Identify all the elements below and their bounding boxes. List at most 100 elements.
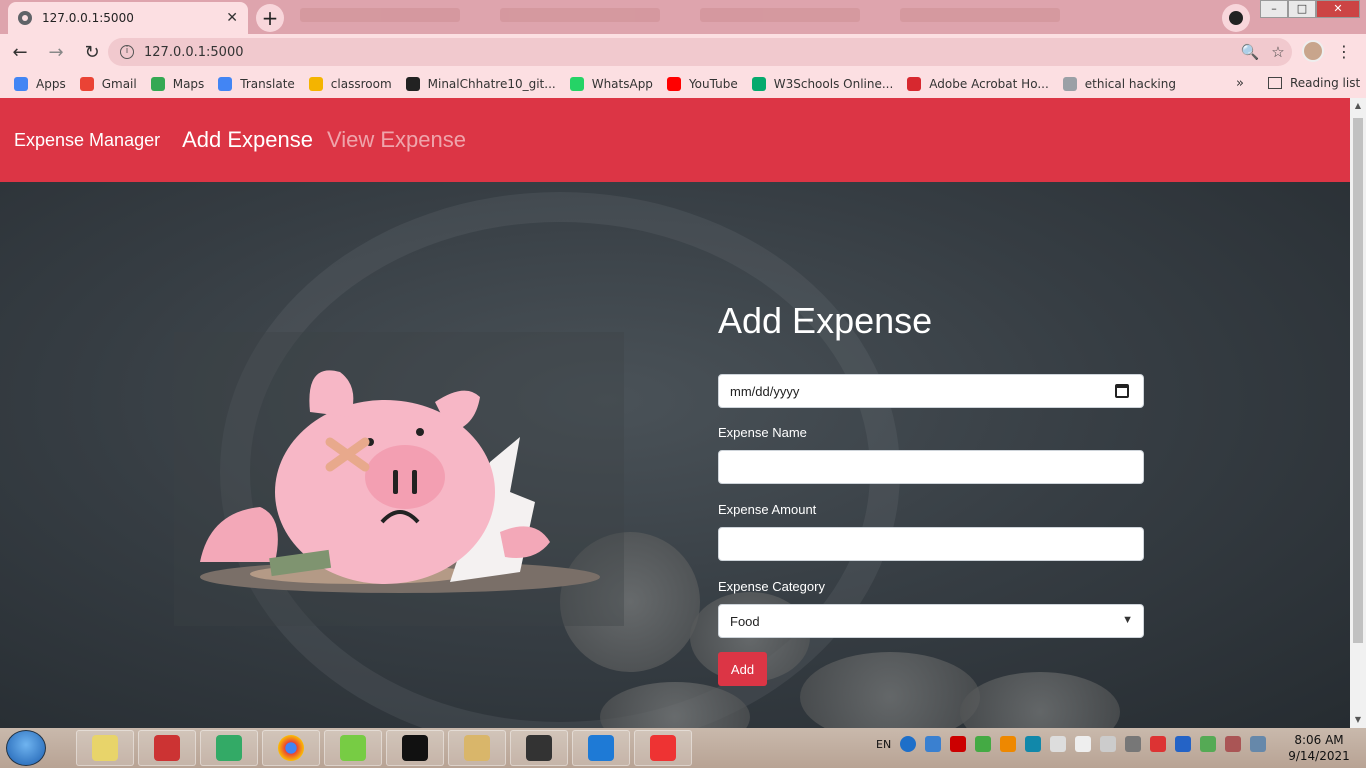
globe-icon [1062, 77, 1077, 91]
new-tab-button[interactable]: + [256, 4, 284, 32]
reading-list-icon [1268, 77, 1282, 89]
volume-icon[interactable] [1050, 736, 1067, 752]
browser-menu-icon[interactable]: ⋮ [1336, 42, 1352, 61]
scroll-up-icon[interactable]: ▲ [1350, 98, 1366, 114]
add-button[interactable]: Add [718, 652, 767, 686]
calendar-icon[interactable] [1115, 384, 1129, 398]
close-window-button[interactable]: ✕ [1316, 0, 1360, 18]
browser-tab-strip: 127.0.0.1:5000 ✕ + – □ ✕ [0, 0, 1366, 34]
reload-button[interactable]: ↻ [76, 36, 108, 68]
app-tray-icon[interactable] [1000, 736, 1017, 752]
start-button[interactable] [6, 730, 46, 766]
system-tray: EN [876, 736, 1267, 752]
bluetooth-icon[interactable] [1175, 736, 1192, 752]
sync-icon[interactable] [1200, 736, 1217, 752]
taskbar-libraries[interactable] [448, 730, 506, 766]
taskbar-ms-todo[interactable] [138, 730, 196, 766]
tab-search-button[interactable] [1222, 4, 1250, 32]
network-icon[interactable] [1250, 736, 1267, 752]
brand-link[interactable]: Expense Manager [14, 130, 160, 151]
tab-close-icon[interactable]: ✕ [226, 10, 238, 26]
expense-category-select[interactable]: Food ▼ [718, 604, 1144, 638]
tab-title: 127.0.0.1:5000 [42, 11, 134, 25]
clock-date: 9/14/2021 [1288, 749, 1350, 763]
scroll-thumb[interactable] [1353, 118, 1363, 643]
bookmark-acrobat[interactable]: Adobe Acrobat Ho... [907, 77, 1049, 91]
category-selected-value: Food [730, 613, 760, 629]
expense-name-label: Expense Name [718, 425, 807, 440]
taskbar-file-explorer[interactable] [76, 730, 134, 766]
clock-time: 8:06 AM [1294, 733, 1344, 747]
background-tabs [300, 8, 1200, 28]
bookmark-apps[interactable]: Apps [14, 77, 66, 91]
bookmark-ethical-hacking[interactable]: ethical hacking [1062, 77, 1176, 91]
web-page: Expense Manager Add Expense View Expense [0, 98, 1350, 728]
taskbar-wps-office[interactable] [634, 730, 692, 766]
bookmark-maps[interactable]: Maps [150, 77, 204, 91]
date-placeholder: mm/dd/yyyy [730, 383, 800, 399]
scroll-down-icon[interactable]: ▼ [1350, 712, 1366, 728]
back-button[interactable]: ← [4, 36, 36, 68]
expense-category-label: Expense Category [718, 579, 825, 594]
profile-avatar[interactable] [1302, 40, 1324, 62]
network-share-icon[interactable] [1025, 736, 1042, 752]
tools-icon[interactable] [1225, 736, 1242, 752]
w3schools-icon [751, 77, 766, 91]
bookmark-whatsapp[interactable]: WhatsApp [569, 77, 653, 91]
taskbar-vscode[interactable] [572, 730, 630, 766]
torrent-icon[interactable] [975, 736, 992, 752]
bookmark-gmail[interactable]: Gmail [79, 77, 137, 91]
browser-tab[interactable]: 127.0.0.1:5000 ✕ [8, 2, 248, 34]
terminal-icon [402, 735, 428, 761]
windows-taskbar: EN 8:06 AM 9/14/2021 [0, 728, 1366, 768]
chevron-down-icon: ▼ [1122, 614, 1133, 626]
maps-icon [150, 77, 165, 91]
cloud-icon[interactable] [925, 736, 942, 752]
expense-amount-input[interactable] [718, 527, 1144, 561]
mcafee-icon[interactable] [950, 736, 967, 752]
battery-icon[interactable] [1075, 736, 1092, 752]
move-icon[interactable] [1100, 736, 1117, 752]
date-input[interactable]: mm/dd/yyyy [718, 374, 1144, 408]
bookmark-star-icon[interactable]: ☆ [1264, 43, 1292, 61]
apps-grid-icon [14, 77, 28, 91]
forward-button[interactable]: → [40, 36, 72, 68]
url-text[interactable]: 127.0.0.1:5000 [144, 45, 1236, 60]
system-clock[interactable]: 8:06 AM 9/14/2021 [1284, 732, 1354, 764]
bookmarks-bar: Apps Gmail Maps Translate classroom Mina… [0, 70, 1366, 98]
zoom-icon[interactable]: 🔍 [1236, 43, 1264, 61]
chevron-down-icon [1229, 11, 1243, 25]
taskbar-chrome[interactable] [262, 730, 320, 766]
address-bar[interactable]: i 127.0.0.1:5000 🔍 ☆ [108, 38, 1292, 66]
gmail-icon [79, 77, 94, 91]
bookmark-youtube[interactable]: YouTube [666, 77, 738, 91]
youtube-icon [666, 77, 681, 91]
wifi-signal-icon[interactable] [1125, 736, 1142, 752]
minimize-button[interactable]: – [1260, 0, 1288, 18]
bookmark-translate[interactable]: Translate [218, 77, 295, 91]
expense-amount-label: Expense Amount [718, 502, 817, 517]
info-icon[interactable]: i [120, 45, 134, 59]
nav-view-expense[interactable]: View Expense [327, 127, 466, 153]
bookmarks-overflow-button[interactable]: » [1236, 76, 1244, 91]
expense-name-input[interactable] [718, 450, 1144, 484]
window-controls: – □ ✕ [1260, 0, 1360, 18]
nav-add-expense[interactable]: Add Expense [182, 127, 313, 153]
language-indicator[interactable]: EN [876, 738, 891, 751]
taskbar-media-player[interactable] [510, 730, 568, 766]
maximize-button[interactable]: □ [1288, 0, 1316, 18]
help-icon[interactable] [900, 736, 917, 752]
taskbar-task-manager[interactable] [200, 730, 258, 766]
translate-icon [218, 77, 233, 91]
bookmark-classroom[interactable]: classroom [308, 77, 392, 91]
bookmark-github[interactable]: MinalChhatre10_git... [405, 77, 556, 91]
taskbar-notepad-plus[interactable] [324, 730, 382, 766]
reading-list-button[interactable]: Reading list [1268, 76, 1360, 90]
bookmark-w3schools[interactable]: W3Schools Online... [751, 77, 893, 91]
task-manager-icon [216, 735, 242, 761]
globe-icon [18, 11, 32, 25]
github-icon [405, 77, 420, 91]
page-scrollbar[interactable]: ▲ ▼ [1350, 98, 1366, 728]
taskbar-command-prompt[interactable] [386, 730, 444, 766]
action-center-flag-icon[interactable] [1150, 736, 1167, 752]
